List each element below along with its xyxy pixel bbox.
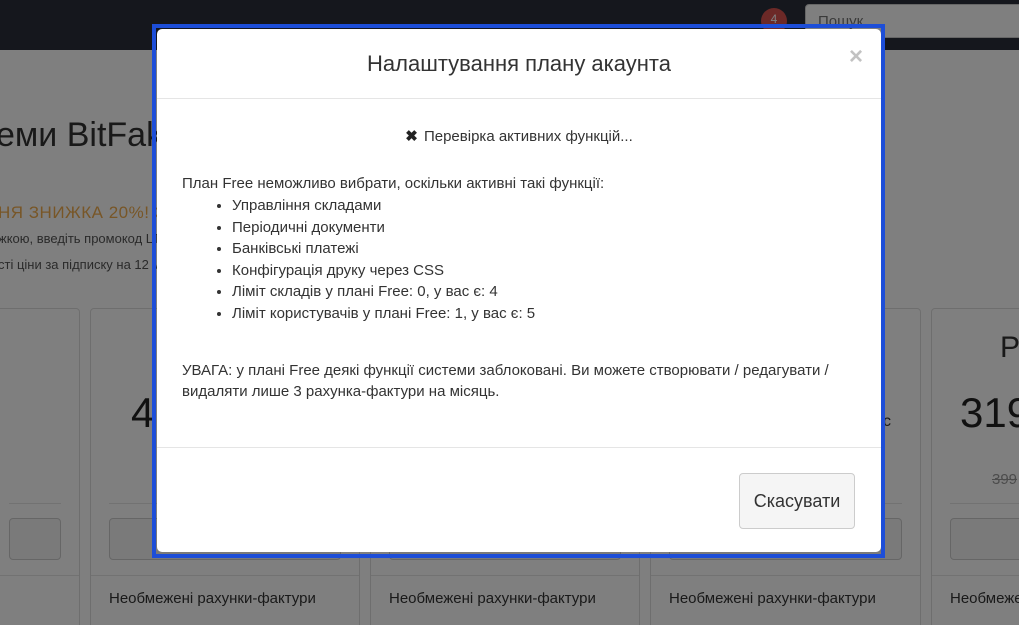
plan-settings-modal: Налаштування плану акаунта × ✖ Перевірка… bbox=[157, 29, 881, 552]
list-item: Ліміт складів у плані Free: 0, у вас є: … bbox=[232, 281, 535, 303]
cancel-button[interactable]: Скасувати bbox=[739, 473, 855, 529]
list-item: Періодичні документи bbox=[232, 217, 535, 239]
list-item: Управління складами bbox=[232, 195, 535, 217]
free-plan-warning: УВАГА: у плані Free деякі функції систем… bbox=[182, 362, 829, 400]
modal-footer: Скасувати bbox=[157, 447, 881, 552]
feature-check-status-text: Перевірка активних функцій... bbox=[423, 128, 633, 145]
list-item: Ліміт користувачів у плані Free: 1, у ва… bbox=[232, 303, 535, 325]
list-item: Банківські платежі bbox=[232, 238, 535, 260]
active-features-list: Управління складами Періодичні документи… bbox=[232, 195, 535, 324]
list-item: Конфігурація друку через CSS bbox=[232, 260, 535, 282]
plan-unavailable-message: План Free неможливо вибрати, оскільки ак… bbox=[182, 175, 605, 192]
close-icon[interactable]: × bbox=[849, 45, 863, 69]
modal-header: Налаштування плану акаунта × bbox=[157, 29, 881, 99]
feature-check-status: ✖ Перевірка активних функцій... bbox=[157, 127, 881, 145]
modal-title: Налаштування плану акаунта bbox=[367, 51, 671, 76]
x-mark-icon: ✖ bbox=[405, 128, 418, 145]
